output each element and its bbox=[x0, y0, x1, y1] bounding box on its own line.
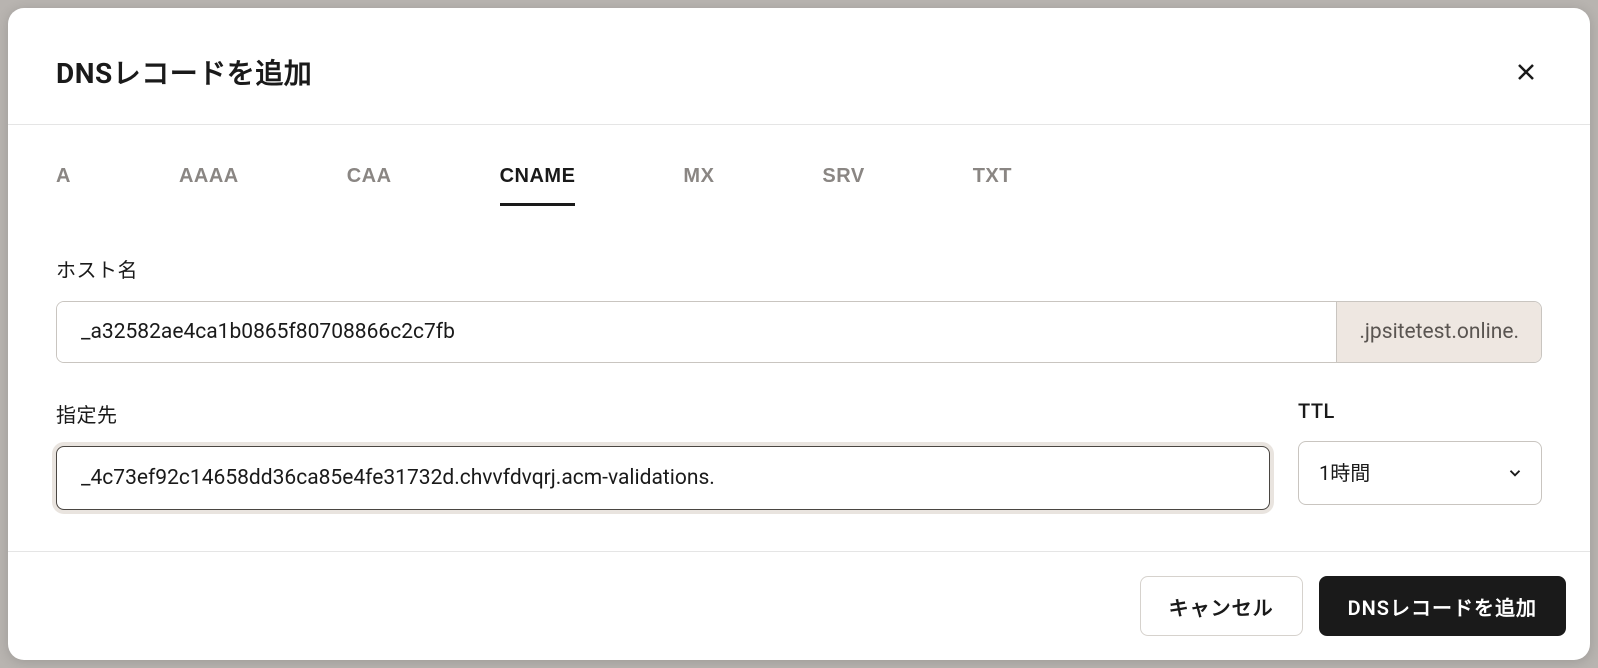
tab-a[interactable]: A bbox=[56, 159, 71, 206]
tab-srv[interactable]: SRV bbox=[822, 159, 864, 206]
submit-button[interactable]: DNSレコードを追加 bbox=[1319, 576, 1566, 636]
tab-cname[interactable]: CNAME bbox=[500, 159, 576, 206]
tab-aaaa[interactable]: AAAA bbox=[179, 159, 239, 206]
ttl-select[interactable]: 1時間 bbox=[1298, 441, 1542, 505]
target-input[interactable] bbox=[56, 446, 1270, 510]
modal-body: A AAAA CAA CNAME MX SRV TXT ホスト名 .jpsite… bbox=[8, 125, 1590, 551]
record-type-tabs: A AAAA CAA CNAME MX SRV TXT bbox=[56, 125, 1542, 206]
close-icon bbox=[1514, 60, 1538, 84]
hostname-row: ホスト名 .jpsitetest.online. bbox=[56, 254, 1542, 363]
ttl-group: TTL 1時間 bbox=[1298, 399, 1542, 510]
hostname-domain-suffix: .jpsitetest.online. bbox=[1336, 302, 1541, 362]
tab-mx[interactable]: MX bbox=[683, 159, 714, 206]
hostname-input[interactable] bbox=[57, 302, 1336, 362]
modal-header: DNSレコードを追加 bbox=[8, 8, 1590, 125]
tab-caa[interactable]: CAA bbox=[347, 159, 392, 206]
add-dns-record-modal: DNSレコードを追加 A AAAA CAA CNAME MX SRV TXT ホ… bbox=[8, 8, 1590, 660]
hostname-group: ホスト名 .jpsitetest.online. bbox=[56, 254, 1542, 363]
ttl-label: TTL bbox=[1298, 399, 1542, 423]
cancel-button[interactable]: キャンセル bbox=[1140, 576, 1303, 636]
target-ttl-row: 指定先 TTL 1時間 bbox=[56, 399, 1542, 510]
tab-txt[interactable]: TXT bbox=[973, 159, 1012, 206]
target-label: 指定先 bbox=[56, 399, 1270, 428]
modal-title: DNSレコードを追加 bbox=[56, 52, 312, 92]
ttl-select-wrap: 1時間 bbox=[1298, 441, 1542, 505]
modal-footer: キャンセル DNSレコードを追加 bbox=[8, 551, 1590, 660]
hostname-label: ホスト名 bbox=[56, 254, 1542, 283]
target-group: 指定先 bbox=[56, 399, 1270, 510]
hostname-input-wrap: .jpsitetest.online. bbox=[56, 301, 1542, 363]
close-button[interactable] bbox=[1510, 56, 1542, 88]
